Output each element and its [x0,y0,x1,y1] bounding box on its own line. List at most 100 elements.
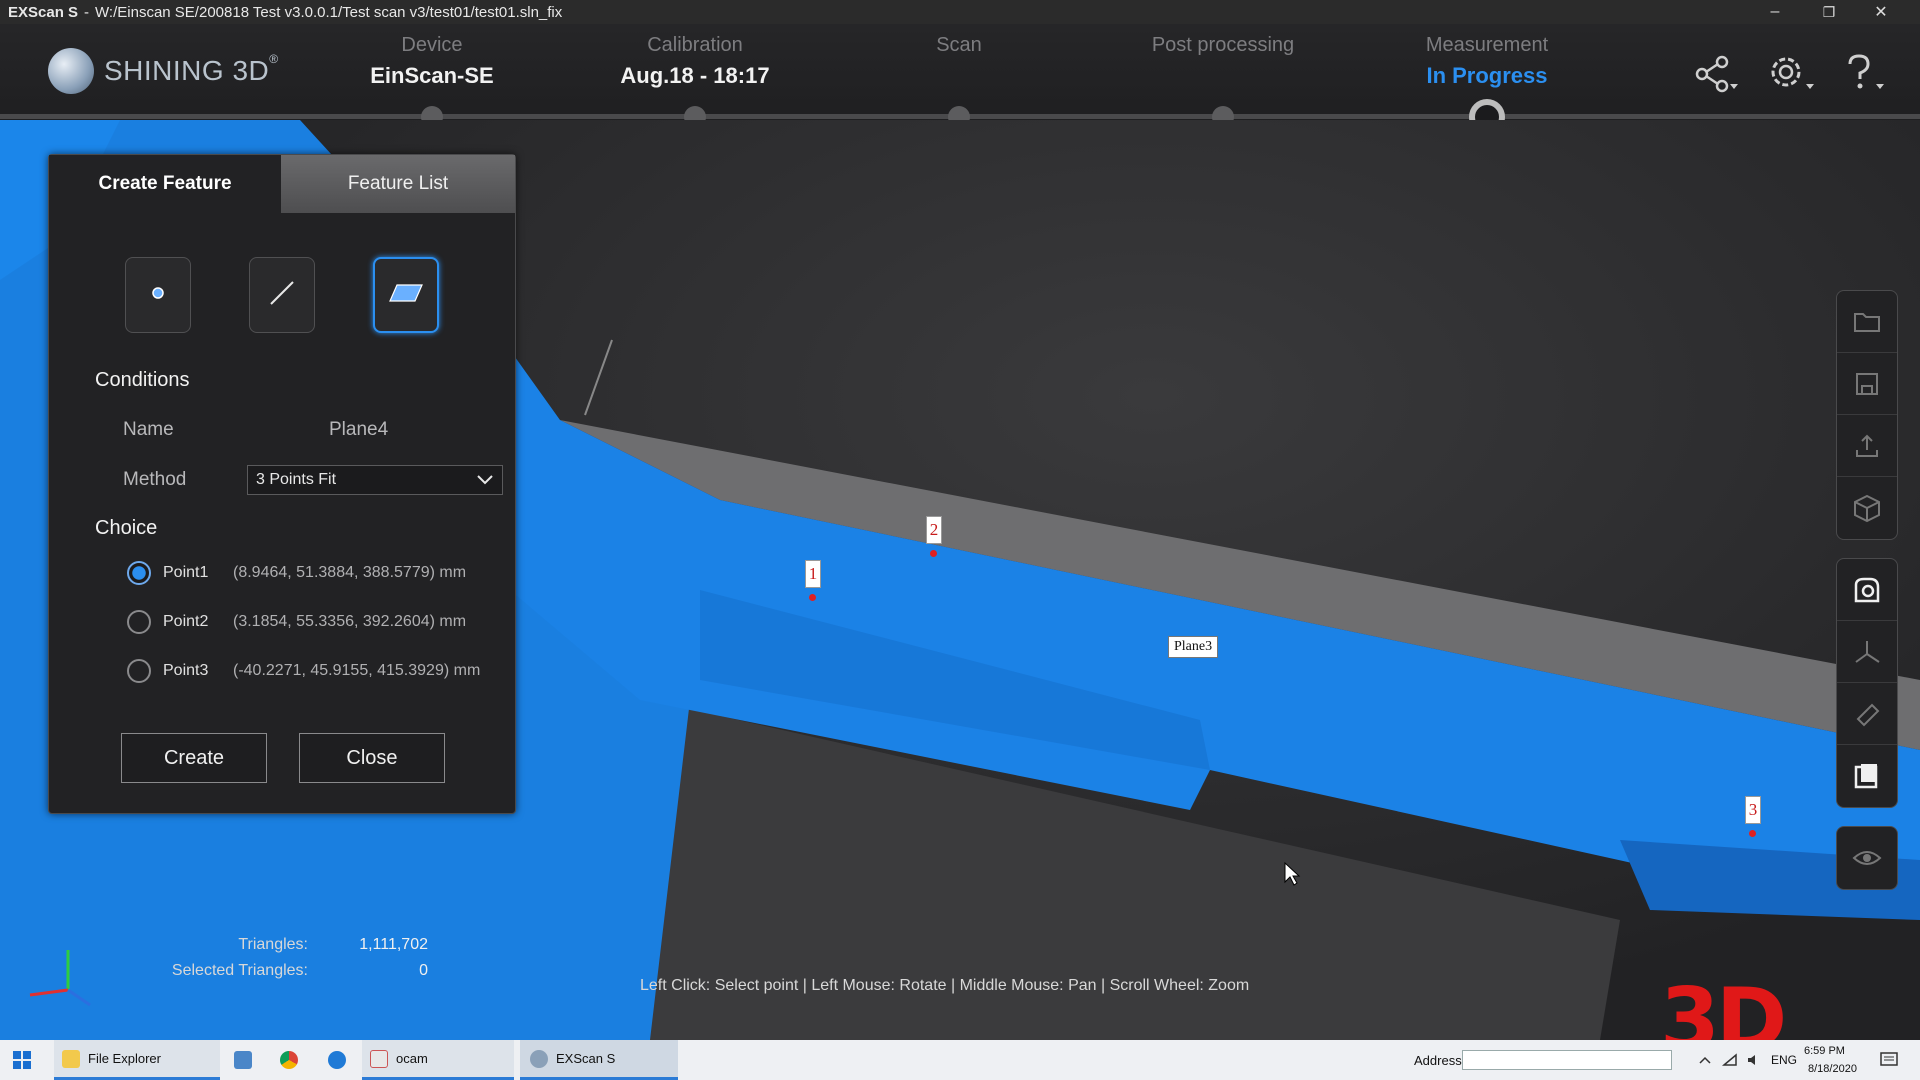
feature-type-point-button[interactable] [125,257,191,333]
plane-label[interactable]: Plane3 [1168,636,1219,658]
tab-feature-list[interactable]: Feature List [281,155,515,213]
restore-button[interactable]: ❐ [1806,0,1852,24]
minimize-button[interactable]: – [1752,0,1798,24]
step-label: Scan [936,34,982,56]
close-button[interactable]: Close [299,733,445,783]
brand-logo: SHINING 3D ® [48,48,278,94]
point-marker-dot [1749,830,1756,837]
logo-globe-icon [48,48,94,94]
axis-icon[interactable] [1837,621,1897,683]
taskbar-chrome[interactable] [272,1040,306,1080]
choice-title: Choice [95,517,158,539]
method-select[interactable]: 3 Points Fit [247,465,503,495]
step-label: Calibration [647,34,743,56]
taskbar-item-label: EXScan S [556,1051,616,1066]
conditions-title: Conditions [95,369,190,391]
chevron-up-icon[interactable] [1698,1040,1712,1080]
window-app-name: EXScan S [8,3,79,21]
point2-label: Point2 [163,613,209,630]
ruler-icon[interactable] [1837,683,1897,745]
exscan-icon [530,1049,548,1068]
app-window: EXScan S - W:/Einscan SE/200818 Test v3.… [0,0,1920,1080]
taskbar-file-explorer[interactable]: File Explorer [54,1040,220,1080]
step-value: In Progress [1426,63,1548,88]
app-header: SHINING 3D ® Device EinScan-SE Calibrati… [0,24,1920,135]
logo-text: SHINING 3D [104,55,270,86]
save-icon[interactable] [1837,353,1897,415]
chrome-icon [280,1051,298,1069]
window-title-separator: - [84,3,90,21]
create-feature-panel: Create Feature Feature List Conditions N… [48,154,516,814]
start-icon[interactable] [12,1040,32,1080]
address-input[interactable] [1462,1050,1672,1070]
close-window-button[interactable]: ✕ [1858,0,1904,24]
point-marker-dot [809,594,816,601]
line-icon [265,276,299,315]
name-label: Name [123,419,174,440]
step-value: EinScan-SE [370,63,494,88]
step-calibration[interactable]: Calibration Aug.18 - 18:17 [575,34,815,89]
logo-registered-mark: ® [269,52,279,66]
step-label: Post processing [1151,34,1295,56]
point-icon [148,283,168,308]
point-marker[interactable]: 3 [1745,796,1761,824]
point3-coordinates: (-40.2271, 45.9155, 415.3929) mm [233,662,481,679]
method-select-value: 3 Points Fit [256,471,337,488]
taskbar-edge[interactable] [320,1040,354,1080]
share-icon[interactable] [1686,46,1742,102]
point-marker[interactable]: 2 [926,516,942,544]
step-post-processing[interactable]: Post processing [1103,34,1343,63]
view-toolbar [1836,826,1898,890]
point1-radio[interactable] [127,561,151,585]
network-icon[interactable] [1722,1040,1738,1080]
step-value: Aug.18 - 18:17 [620,63,770,88]
taskbar-app[interactable] [226,1040,260,1080]
eye-icon[interactable] [1837,827,1897,889]
chevron-down-icon [476,472,494,491]
report-icon[interactable] [1837,745,1897,807]
file-toolbar [1836,290,1898,540]
selected-triangles-label: Selected Triangles: [171,962,308,979]
clock-date[interactable]: 8/18/2020 [1808,1060,1857,1078]
create-button[interactable]: Create [121,733,267,783]
language-indicator[interactable]: ENG [1771,1040,1797,1080]
point-marker-dot [930,550,937,557]
tab-create-feature[interactable]: Create Feature [49,155,281,213]
point1-label: Point1 [163,564,209,581]
settings-icon[interactable] [1762,46,1818,102]
clock-time[interactable]: 6:59 PM [1804,1042,1845,1060]
notification-icon[interactable] [1880,1040,1898,1080]
point2-coordinates: (3.1854, 55.3356, 392.2604) mm [233,613,467,630]
name-field[interactable]: Plane4 [329,419,388,441]
point1-coordinates: (8.9464, 51.3884, 388.5779) mm [233,564,467,581]
window-title-path: W:/Einscan SE/200818 Test v3.0.0.1/Test … [95,3,563,21]
address-label: Address [1414,1052,1462,1068]
point-marker[interactable]: 1 [805,560,821,588]
feature-type-line-button[interactable] [249,257,315,333]
step-device[interactable]: Device EinScan-SE [312,34,552,89]
step-measurement[interactable]: Measurement In Progress [1367,34,1607,89]
step-label: Device [401,34,463,56]
feature-icon[interactable] [1837,559,1897,621]
ocam-icon [370,1049,388,1068]
plane-icon [388,281,424,310]
taskbar-item-label: ocam [396,1051,428,1066]
step-scan[interactable]: Scan [839,34,1079,63]
triangles-value: 1,111,702 [359,936,428,953]
cube-icon[interactable] [1837,477,1897,539]
point3-radio[interactable] [127,659,151,683]
taskbar: File Explorer ocam EXScan S Address ENG … [0,1040,1920,1080]
point3-label: Point3 [163,662,209,679]
taskbar-ocam[interactable]: ocam [362,1040,514,1080]
folder-icon [62,1049,80,1068]
taskbar-exscan[interactable]: EXScan S [520,1040,678,1080]
help-icon[interactable] [1836,46,1892,102]
export-icon[interactable] [1837,415,1897,477]
step-label: Measurement [1425,34,1549,56]
point2-radio[interactable] [127,610,151,634]
title-bar: EXScan S - W:/Einscan SE/200818 Test v3.… [0,0,1920,24]
folder-icon[interactable] [1837,291,1897,353]
feature-type-plane-button[interactable] [373,257,439,333]
volume-icon[interactable] [1746,1040,1762,1080]
edge-icon [328,1051,346,1069]
